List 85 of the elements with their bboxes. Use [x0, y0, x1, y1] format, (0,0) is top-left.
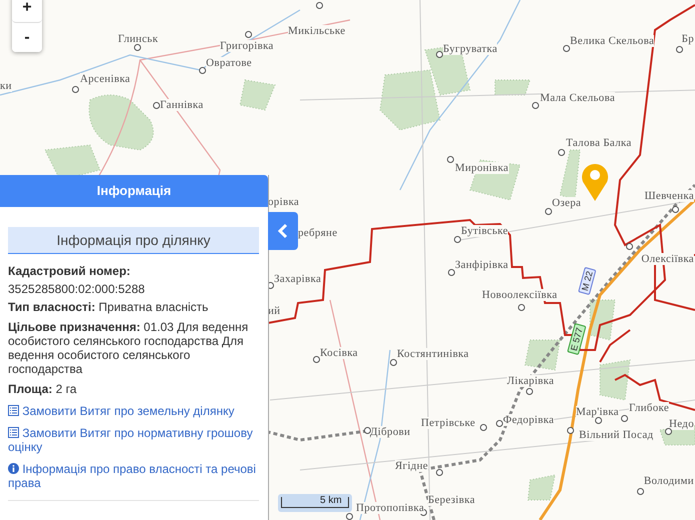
settlement-icon: [558, 149, 565, 156]
settlement-icon: [496, 420, 503, 427]
link[interactable]: Замовити Витяг про нормативну грошову оцінку: [8, 426, 259, 454]
zoom-in-button[interactable]: +: [12, 0, 42, 23]
place-label: Олексіївка: [641, 253, 694, 265]
settlement-icon: [672, 206, 679, 213]
place-label: Петрівське: [421, 417, 476, 429]
place-label: Бр: [682, 33, 694, 45]
field-value: 3525285800:02:000:5288: [8, 282, 146, 296]
road-sign: Е 577: [567, 323, 586, 356]
settlement-icon: [72, 86, 79, 93]
settlement-icon: [447, 156, 454, 163]
place-label: ребряне: [298, 227, 338, 239]
settlement-icon: [545, 208, 552, 215]
settlement-icon: [563, 45, 570, 52]
collapse-button[interactable]: [268, 212, 298, 250]
link[interactable]: Інформація про право власності та речові права: [8, 462, 259, 490]
settlement-icon: [313, 356, 320, 363]
place-label: Миронівка: [455, 162, 509, 174]
place-label: Овратове: [206, 57, 252, 69]
place-label: Мар'івка: [576, 406, 619, 418]
settlement-icon: [532, 102, 539, 109]
place-label: Талова Балка: [566, 137, 632, 149]
settlement-icon: [637, 488, 644, 495]
place-label: Березівка: [428, 494, 476, 506]
settlement-icon: [199, 67, 206, 74]
field-label: Кадастровий номер:: [8, 264, 132, 278]
settlement-icon: [436, 469, 443, 476]
settlement-icon: [480, 424, 487, 431]
settlement-icon: [526, 388, 533, 395]
place-label: Ганнівка: [160, 99, 204, 111]
place-label: Глибоке: [629, 402, 670, 414]
section-title: Інформація про ділянку: [8, 227, 259, 254]
place-label: ий: [268, 305, 280, 317]
zoom-out-button[interactable]: -: [12, 23, 42, 52]
settlement-icon: [595, 417, 602, 424]
place-label: Мала Скельова: [540, 92, 616, 104]
place-label: Занфірівка: [455, 259, 508, 271]
place-label: Костянтинівка: [397, 348, 469, 360]
place-label: Арсенівка: [80, 73, 130, 85]
place-label: Велика Скельова: [570, 35, 654, 47]
chevron-left-icon: [277, 223, 289, 239]
settlement-icon: [676, 46, 683, 53]
settlement-icon: [153, 102, 160, 109]
field-text: Площа: 2 га: [8, 382, 78, 396]
settlement-icon: [390, 359, 397, 366]
place-label: Микільське: [288, 25, 346, 37]
list-icon: [8, 405, 19, 416]
settlement-icon: [567, 427, 574, 434]
settlement-icon: [454, 236, 461, 243]
place-label: Косівка: [320, 347, 358, 359]
place-label: Глинськ: [118, 33, 158, 45]
place-label: Бутівське: [461, 225, 508, 237]
location-pin-icon[interactable]: [580, 162, 610, 202]
place-label: Новоолексіївка: [482, 289, 558, 301]
place-label: Федорівка: [503, 414, 554, 426]
field-text: Тип власності: Приватна власність: [8, 300, 210, 314]
settlement-icon: [245, 31, 252, 38]
list-icon: [8, 427, 19, 438]
place-label: Діброви: [370, 426, 410, 438]
place-label: Озера: [552, 197, 582, 209]
settlement-icon: [621, 415, 628, 422]
settlement-icon: [665, 428, 672, 435]
place-label: орівка: [268, 196, 300, 208]
place-label: Захарівка: [274, 273, 322, 285]
place-label: Протопопівка: [356, 502, 424, 514]
settlement-icon: [518, 304, 525, 311]
settlement-icon: [364, 427, 371, 434]
place-label: Шевченка: [644, 190, 694, 202]
place-label: Недо: [669, 418, 694, 430]
settlement-icon: [626, 243, 633, 250]
scale-label: 5 km: [320, 495, 342, 506]
place-label: Лікарівка: [507, 375, 554, 387]
road-sign: М 22: [578, 266, 596, 296]
info-icon: [8, 463, 19, 474]
place-label: Володими: [644, 475, 694, 487]
place-label: Григорівка: [220, 40, 274, 52]
panel-title: Інформація: [0, 175, 268, 207]
place-label: Бугруватка: [443, 43, 498, 55]
place-label: Ягідне: [395, 460, 428, 472]
settlement-icon: [134, 44, 141, 51]
link[interactable]: Замовити Витяг про земельну ділянку: [8, 404, 259, 418]
field-text: Цільове призначення: 01.03 Для ведення особистого селянського господарства Для ведення особистого селянського господарства: [8, 320, 250, 376]
settlement-icon: [448, 269, 455, 276]
place-label: Вільний Посад: [579, 429, 654, 441]
